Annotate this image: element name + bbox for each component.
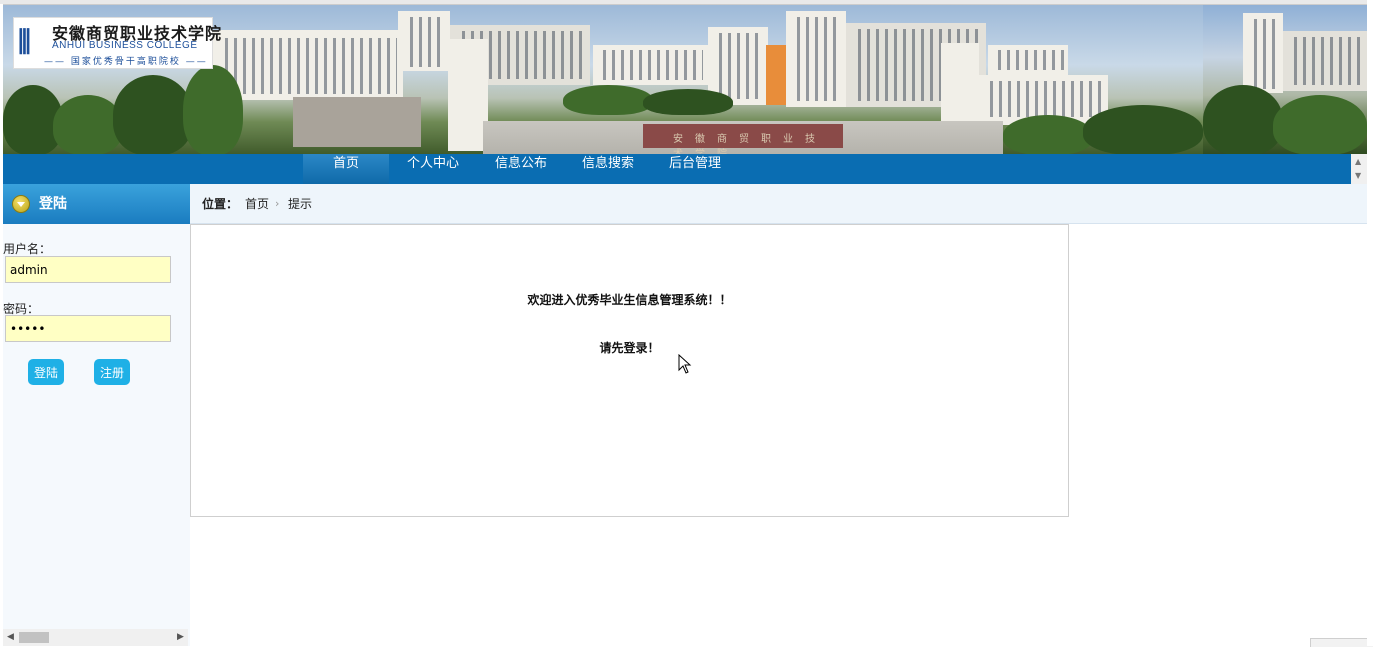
tree bbox=[183, 65, 243, 155]
logo-tagline: —— 国家优秀骨干高职院校 —— bbox=[44, 57, 208, 67]
gate-name-wall: 安徽商贸职业技术学院 bbox=[643, 124, 843, 155]
banner-photo-right bbox=[1203, 5, 1367, 155]
building bbox=[398, 11, 450, 71]
gate-pillar bbox=[448, 39, 488, 151]
tree bbox=[1003, 115, 1093, 155]
expand-circle-icon bbox=[12, 195, 30, 213]
main-nav: 首页 个人中心 信息公布 信息搜索 后台管理 bbox=[3, 154, 1351, 184]
tree bbox=[1203, 85, 1283, 155]
header-banner: 安徽商贸职业技术学院 ⫼ 安徽商贸职业技术学院 ANHUI BUSINESS C… bbox=[3, 4, 1367, 155]
welcome-message: 欢迎进入优秀毕业生信息管理系统！！ bbox=[527, 293, 732, 307]
login-prompt-message: 请先登录！ bbox=[599, 341, 660, 355]
building bbox=[213, 30, 403, 100]
tree bbox=[1273, 95, 1367, 155]
scroll-left-icon[interactable]: ◀ bbox=[7, 632, 14, 642]
login-button[interactable]: 登陆 bbox=[28, 359, 64, 385]
breadcrumb-home-link[interactable]: 首页 bbox=[245, 184, 269, 224]
breadcrumb: 位置： 首页 › 提示 bbox=[190, 184, 1367, 224]
gate-house bbox=[293, 97, 421, 147]
sidebar-header: 登陆 bbox=[3, 184, 190, 224]
building bbox=[1243, 13, 1283, 93]
tree bbox=[1083, 105, 1203, 155]
building bbox=[593, 45, 708, 85]
logo-name-en: ANHUI BUSINESS COLLEGE bbox=[52, 40, 198, 51]
nav-item-admin[interactable]: 后台管理 bbox=[657, 154, 733, 184]
nav-item-home[interactable]: 首页 bbox=[303, 154, 389, 184]
breadcrumb-prefix: 位置： bbox=[202, 197, 239, 211]
college-logo: ⫼ 安徽商贸职业技术学院 ANHUI BUSINESS COLLEGE —— 国… bbox=[13, 17, 221, 69]
scroll-down-icon[interactable]: ▼ bbox=[1355, 172, 1361, 180]
register-button[interactable]: 注册 bbox=[94, 359, 130, 385]
username-label: 用户名： bbox=[3, 242, 52, 256]
breadcrumb-current: 提示 bbox=[288, 197, 313, 211]
scroll-right-icon[interactable]: ▶ bbox=[177, 632, 184, 642]
scroll-up-icon[interactable]: ▲ bbox=[1355, 158, 1361, 166]
building bbox=[1283, 31, 1367, 91]
nav-frame-scrollbar[interactable]: ▲ ▼ bbox=[1351, 154, 1367, 184]
building-orange-facade bbox=[766, 45, 786, 105]
tree bbox=[643, 89, 733, 115]
tree bbox=[113, 75, 193, 155]
nav-item-personal-center[interactable]: 个人中心 bbox=[395, 154, 471, 184]
username-input[interactable] bbox=[5, 256, 171, 283]
nav-item-info-publish[interactable]: 信息公布 bbox=[483, 154, 559, 184]
scrollbar-thumb[interactable] bbox=[19, 632, 49, 643]
nav-item-info-search[interactable]: 信息搜索 bbox=[570, 154, 646, 184]
tree bbox=[563, 85, 653, 115]
building bbox=[988, 45, 1068, 75]
mouse-cursor-icon bbox=[678, 354, 692, 374]
login-sidebar: 登陆 用户名： 密码： 登陆 注册 bbox=[3, 184, 190, 646]
sidebar-horizontal-scrollbar[interactable]: ◀ ▶ bbox=[3, 629, 188, 646]
password-input[interactable] bbox=[5, 315, 171, 342]
message-panel: 欢迎进入优秀毕业生信息管理系统！！ 请先登录！ bbox=[190, 224, 1069, 517]
gate-text: 安徽商贸职业技术学院 bbox=[673, 134, 827, 155]
window-right-edge bbox=[1367, 0, 1373, 646]
breadcrumb-separator-icon: › bbox=[275, 197, 280, 210]
sidebar-title: 登陆 bbox=[39, 196, 67, 212]
building bbox=[786, 11, 846, 107]
